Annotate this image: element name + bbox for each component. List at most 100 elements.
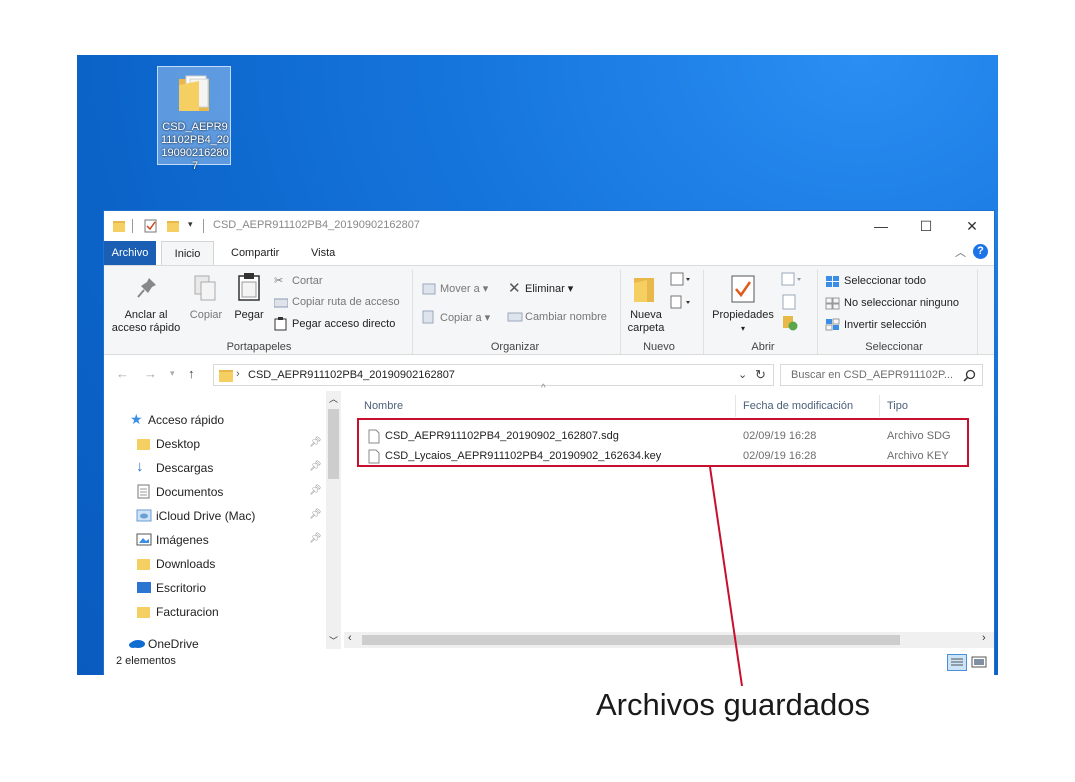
copy-path-button[interactable]: Copiar ruta de acceso: [292, 296, 400, 308]
invert-selection-button[interactable]: Invertir selección: [844, 319, 927, 331]
nav-label: Desktop: [156, 437, 201, 451]
status-bar: 2 elementos: [104, 651, 994, 675]
horizontal-scrollbar[interactable]: ‹ ›: [344, 632, 994, 648]
maximize-button[interactable]: ☐: [903, 211, 949, 241]
sort-indicator-icon: ^: [541, 383, 546, 394]
search-box[interactable]: Buscar en CSD_AEPR911102P...: [780, 364, 983, 386]
move-to-button[interactable]: Mover a ▾: [440, 282, 488, 295]
move-to-label: Mover a: [440, 283, 480, 295]
new-folder-icon: [634, 278, 654, 302]
nav-item-facturacion[interactable]: Facturacion: [104, 601, 324, 623]
column-header-name[interactable]: Nombre: [364, 400, 403, 412]
collapse-ribbon-icon[interactable]: ︿: [955, 244, 966, 260]
search-input[interactable]: Buscar en CSD_AEPR911102P...: [791, 369, 953, 381]
cut-button[interactable]: Cortar: [292, 275, 323, 287]
nav-item-quick-access[interactable]: ★ Acceso rápido: [104, 409, 324, 431]
copy-to-button[interactable]: Copiar a ▾: [440, 311, 490, 324]
select-all-button[interactable]: Seleccionar todo: [844, 275, 926, 287]
desktop-folder-icon[interactable]: CSD_AEPR911102PB4_20190902162807: [157, 66, 231, 172]
history-icon: [783, 316, 798, 331]
scroll-down-icon[interactable]: ﹀: [329, 634, 338, 647]
copy-to-label: Copiar a: [440, 312, 482, 324]
nav-label: iCloud Drive (Mac): [156, 509, 256, 523]
nav-item-documentos[interactable]: Documentos 📌︎: [104, 481, 324, 503]
folder-icon: [137, 439, 150, 450]
title-bar: ▾ CSD_AEPR911102PB4_20190902162807 — ☐ ✕: [104, 211, 994, 241]
nav-label: Documentos: [156, 485, 224, 499]
pin-icon[interactable]: 📌︎: [309, 485, 322, 496]
tab-inicio[interactable]: Inicio: [161, 241, 214, 265]
pin-label-2: acceso rápido: [111, 322, 181, 334]
scrollbar-thumb[interactable]: [362, 635, 900, 645]
group-label-select: Seleccionar: [865, 341, 923, 353]
address-dropdown-icon[interactable]: ⌄: [738, 368, 747, 381]
pin-icon[interactable]: 📌︎: [309, 461, 322, 472]
nav-label: Acceso rápido: [148, 413, 225, 427]
onedrive-icon: [129, 640, 145, 648]
paste-button[interactable]: Pegar: [228, 309, 270, 322]
new-folder-button[interactable]: Nueva carpeta: [622, 309, 670, 335]
nav-item-imagenes[interactable]: Imágenes 📌︎: [104, 529, 324, 551]
scroll-left-icon[interactable]: ‹: [348, 632, 352, 644]
copy-to-icon: [422, 310, 434, 324]
breadcrumb-chevron-icon: ›: [236, 368, 240, 380]
scroll-right-icon[interactable]: ›: [982, 632, 986, 644]
cloud-drive-icon: [136, 509, 152, 522]
tab-vista[interactable]: Vista: [301, 241, 345, 265]
pin-icon[interactable]: 📌︎: [309, 509, 322, 520]
tab-compartir[interactable]: Compartir: [221, 241, 289, 265]
address-bar[interactable]: › CSD_AEPR911102PB4_20190902162807 ⌄ ↻: [213, 364, 774, 386]
pin-icon[interactable]: 📌︎: [309, 533, 322, 544]
breadcrumb-current[interactable]: CSD_AEPR911102PB4_20190902162807: [248, 369, 455, 381]
tab-archivo[interactable]: Archivo: [104, 241, 156, 265]
divider: [132, 219, 133, 233]
large-icons-view-icon[interactable]: [970, 654, 988, 671]
recent-locations-icon[interactable]: ▾: [170, 368, 175, 379]
nav-item-desktop[interactable]: Desktop 📌︎: [104, 433, 324, 455]
nav-scrollbar[interactable]: ︿ ﹀: [326, 391, 341, 649]
paste-shortcut-button[interactable]: Pegar acceso directo: [292, 318, 395, 330]
properties-label: Propiedades: [712, 309, 774, 321]
copy-button[interactable]: Copiar: [186, 309, 226, 322]
edit-icon: [782, 294, 796, 310]
delete-label: Eliminar: [525, 283, 565, 295]
open-icon: [781, 272, 801, 286]
qa-dropdown-icon[interactable]: ▾: [188, 219, 193, 230]
help-icon[interactable]: ?: [973, 244, 988, 259]
rename-icon: [507, 312, 523, 322]
refresh-icon[interactable]: ↻: [755, 367, 766, 383]
close-button[interactable]: ✕: [949, 211, 995, 241]
pin-quick-access-button[interactable]: Anclar al acceso rápido: [108, 309, 184, 335]
nav-item-icloud[interactable]: iCloud Drive (Mac) 📌︎: [104, 505, 324, 527]
nav-item-descargas[interactable]: ↓ Descargas 📌︎: [104, 457, 324, 479]
nav-label: Downloads: [156, 557, 216, 571]
forward-icon[interactable]: →: [144, 366, 157, 381]
scroll-up-icon[interactable]: ︿: [329, 392, 338, 405]
scrollbar-thumb[interactable]: [328, 409, 339, 479]
paste-icon: [238, 273, 260, 301]
column-header-date[interactable]: Fecha de modificación: [743, 400, 853, 412]
delete-button[interactable]: Eliminar ▾: [525, 282, 573, 295]
desktop-background: CSD_AEPR911102PB4_20190902162807 ▾ CSD_A…: [77, 55, 998, 675]
divider: [703, 270, 704, 354]
details-view-icon[interactable]: [947, 654, 967, 671]
up-icon[interactable]: ↑: [188, 366, 195, 381]
pin-icon: [137, 278, 156, 298]
divider: [817, 270, 818, 354]
pin-label-1: Anclar al: [124, 309, 168, 321]
new-folder-label-2: carpeta: [627, 322, 665, 334]
new-folder-icon[interactable]: [166, 218, 180, 234]
pin-icon[interactable]: 📌︎: [309, 437, 322, 448]
select-none-button[interactable]: No seleccionar ninguno: [844, 297, 959, 309]
select-all-icon: [826, 276, 839, 287]
minimize-button[interactable]: —: [858, 211, 904, 241]
column-header-type[interactable]: Tipo: [887, 400, 908, 412]
properties-icon[interactable]: [144, 218, 158, 234]
back-icon[interactable]: ←: [116, 366, 129, 381]
properties-button[interactable]: Propiedades ▾: [708, 309, 778, 335]
nav-label: Imágenes: [156, 533, 209, 547]
nav-item-downloads[interactable]: Downloads: [104, 553, 324, 575]
rename-button[interactable]: Cambiar nombre: [525, 311, 607, 323]
easy-access-icon: [670, 295, 690, 309]
nav-item-escritorio[interactable]: Escritorio: [104, 577, 324, 599]
